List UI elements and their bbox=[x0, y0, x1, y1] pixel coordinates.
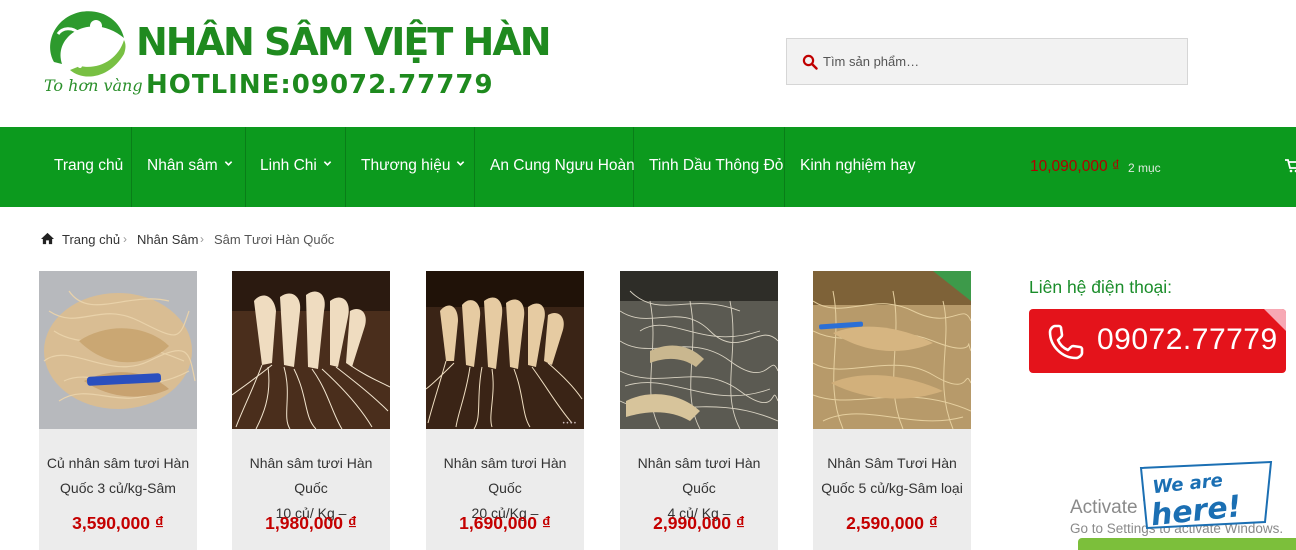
site-header: To hơn vàng NHÂN SÂM VIỆT HÀN HOTLINE:09… bbox=[0, 0, 1296, 127]
search-icon[interactable] bbox=[802, 54, 818, 70]
breadcrumb-separator: › bbox=[123, 232, 127, 246]
nav-divider bbox=[245, 127, 246, 207]
phone-icon bbox=[1048, 324, 1084, 360]
chat-widget-bar[interactable] bbox=[1078, 538, 1296, 550]
cart-total[interactable]: 10,090,000 ₫ bbox=[1030, 127, 1120, 207]
product-card[interactable]: Củ nhân sâm tươi Hàn Quốc 3 củ/kg-Sâm 3,… bbox=[39, 271, 197, 550]
nav-item-label: Nhân sâm bbox=[147, 157, 218, 174]
product-title-line: Nhân Sâm Tươi Hàn bbox=[827, 455, 957, 471]
nav-item-label: Linh Chi bbox=[260, 157, 317, 174]
nav-divider bbox=[131, 127, 132, 207]
nav-item-linh-chi[interactable]: Linh Chi bbox=[260, 127, 332, 207]
hotline-call-button[interactable]: 09072.77779 bbox=[1029, 309, 1286, 373]
product-title[interactable]: Củ nhân sâm tươi Hàn Quốc 3 củ/kg-Sâm bbox=[39, 451, 197, 501]
nav-item-label: Trang chủ bbox=[54, 157, 124, 174]
main-navigation: Trang chủ Nhân sâm Linh Chi Thương hiệu … bbox=[0, 127, 1296, 207]
search-input[interactable] bbox=[823, 39, 1183, 84]
nav-item-thuong-hieu[interactable]: Thương hiệu bbox=[361, 127, 465, 207]
nav-item-an-cung[interactable]: An Cung Ngưu Hoàn bbox=[490, 127, 635, 207]
product-title[interactable]: Nhân Sâm Tươi Hàn Quốc 5 củ/kg-Sâm loại bbox=[813, 451, 971, 501]
svg-text:• • • •: • • • • bbox=[563, 421, 576, 427]
contact-phone-label: Liên hệ điện thoại: bbox=[1029, 277, 1173, 297]
logo-slogan: To hơn vàng bbox=[44, 76, 143, 95]
breadcrumb-separator: › bbox=[200, 232, 204, 246]
product-image[interactable] bbox=[620, 271, 778, 429]
product-title-line: Nhân sâm tươi Hàn Quốc bbox=[443, 455, 567, 496]
nav-divider bbox=[784, 127, 785, 207]
product-card[interactable]: Nhân sâm tươi Hàn Quốc 4 củ/ Kg – 2,990,… bbox=[620, 271, 778, 550]
product-price: 1,690,000 ₫ bbox=[459, 513, 551, 533]
nav-item-label: Thương hiệu bbox=[361, 157, 451, 174]
nav-divider bbox=[633, 127, 634, 207]
product-price: 3,590,000 ₫ bbox=[72, 513, 164, 533]
product-card[interactable]: • • • • Nhân sâm tươi Hàn Quốc 20 củ/Kg … bbox=[426, 271, 584, 550]
site-logo[interactable]: To hơn vàng NHÂN SÂM VIỆT HÀN HOTLINE:09… bbox=[40, 4, 552, 100]
product-title-line: Nhân sâm tươi Hàn Quốc bbox=[637, 455, 761, 496]
chevron-down-icon bbox=[323, 161, 332, 166]
product-image[interactable] bbox=[232, 271, 390, 429]
product-price: 2,990,000 ₫ bbox=[653, 513, 745, 533]
product-title-line: Quốc 3 củ/kg-Sâm bbox=[60, 480, 176, 496]
product-image[interactable] bbox=[39, 271, 197, 429]
nav-item-label: Kinh nghiệm hay bbox=[800, 157, 916, 174]
breadcrumb-current: Sâm Tươi Hàn Quốc bbox=[214, 232, 335, 247]
chevron-down-icon bbox=[457, 161, 465, 166]
product-price: 2,590,000 ₫ bbox=[846, 513, 938, 533]
chat-we-are-here-badge[interactable]: We are here! bbox=[1133, 458, 1279, 534]
product-search bbox=[786, 38, 1188, 85]
product-title-line: Quốc 5 củ/kg-Sâm loại bbox=[821, 480, 963, 496]
product-image[interactable]: • • • • bbox=[426, 271, 584, 429]
breadcrumb-home[interactable]: Trang chủ bbox=[62, 232, 120, 247]
cart-icon[interactable] bbox=[1284, 157, 1296, 173]
nav-item-nhan-sam[interactable]: Nhân sâm bbox=[147, 127, 233, 207]
breadcrumb-parent[interactable]: Nhân Sâm bbox=[137, 232, 198, 247]
product-title-line: Củ nhân sâm tươi Hàn bbox=[46, 455, 190, 471]
cart-item-count[interactable]: 2 mục bbox=[1128, 127, 1161, 207]
product-card[interactable]: Nhân Sâm Tươi Hàn Quốc 5 củ/kg-Sâm loại … bbox=[813, 271, 971, 550]
nav-divider bbox=[345, 127, 346, 207]
nav-item-home[interactable]: Trang chủ bbox=[54, 127, 123, 207]
nav-item-tinh-dau[interactable]: Tinh Dầu Thông Đỏ bbox=[649, 127, 783, 207]
logo-brand-name: NHÂN SÂM VIỆT HÀN bbox=[136, 20, 552, 64]
product-image[interactable] bbox=[813, 271, 971, 429]
product-title-line: Nhân sâm tươi Hàn Quốc bbox=[249, 455, 373, 496]
product-card[interactable]: Nhân sâm tươi Hàn Quốc 10 củ/ Kg – 1,980… bbox=[232, 271, 390, 550]
chevron-down-icon bbox=[224, 161, 232, 166]
nav-item-label: An Cung Ngưu Hoàn bbox=[490, 157, 635, 174]
nav-item-kinh-nghiem[interactable]: Kinh nghiệm hay bbox=[800, 127, 915, 207]
hotline-number: 09072.77779 bbox=[1097, 323, 1278, 356]
nav-divider bbox=[474, 127, 475, 207]
home-icon[interactable] bbox=[40, 232, 55, 245]
logo-hotline: HOTLINE:09072.77779 bbox=[146, 70, 494, 100]
nav-item-label: Tinh Dầu Thông Đỏ bbox=[649, 157, 784, 174]
product-price: 1,980,000 ₫ bbox=[265, 513, 357, 533]
